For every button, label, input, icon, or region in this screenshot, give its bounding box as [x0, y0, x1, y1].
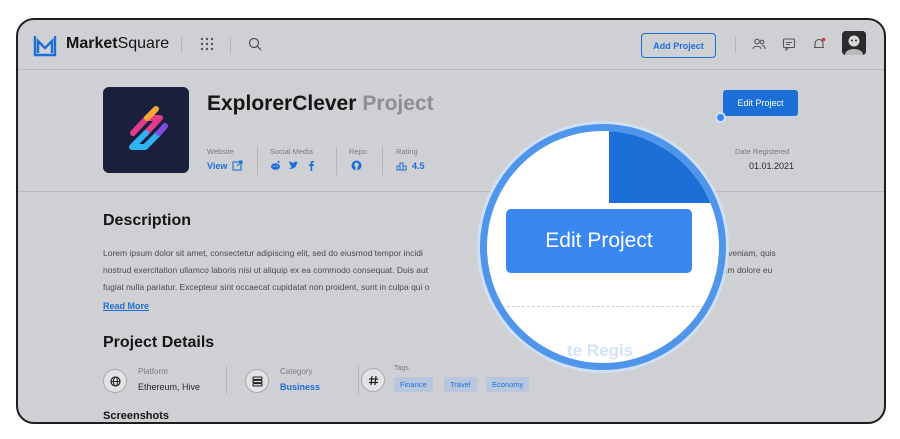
project-details-heading: Project Details	[103, 334, 215, 351]
date-registered-value: 01.01.2021	[749, 161, 795, 171]
repo-label: Repo	[349, 147, 367, 156]
magnifier-divider	[487, 306, 719, 307]
section-divider	[18, 191, 884, 192]
description-heading: Description	[103, 212, 192, 229]
globe-icon	[109, 375, 121, 387]
brand-name[interactable]: MarketSquare	[66, 35, 169, 53]
read-more-link[interactable]: Read More	[103, 301, 149, 311]
divider	[257, 147, 258, 175]
magnifier-dot	[708, 139, 718, 149]
divider	[230, 37, 231, 53]
rating-icon	[396, 162, 407, 171]
divider	[382, 147, 383, 175]
layers-icon	[251, 375, 263, 387]
search-icon[interactable]	[248, 37, 262, 51]
reddit-icon[interactable]	[270, 160, 281, 171]
category-value[interactable]: Business	[280, 382, 320, 392]
tag-chip[interactable]: Economy	[486, 377, 530, 392]
project-logo-icon	[129, 106, 168, 150]
users-icon[interactable]	[752, 37, 766, 51]
category-label: Category	[280, 367, 313, 376]
magnifier-callout: Edit Project te Regis	[480, 124, 726, 370]
divider	[336, 147, 337, 175]
chat-icon[interactable]	[782, 37, 796, 51]
project-title: ExplorerClever Project	[207, 92, 434, 115]
hashtag-icon	[368, 375, 378, 385]
screenshots-heading: Screenshots	[103, 410, 170, 422]
platform-value: Ethereum, Hive	[138, 382, 201, 392]
app-window: MarketSquare Add Project ExplorerClever …	[16, 18, 886, 424]
top-navbar: MarketSquare Add Project	[18, 20, 884, 70]
divider	[226, 366, 227, 394]
carousel-dots[interactable]	[775, 415, 793, 422]
tags-label: Tags	[394, 365, 409, 372]
divider	[181, 37, 182, 53]
callout-pin	[715, 112, 726, 123]
user-photo-icon	[842, 31, 866, 55]
website-link[interactable]: View	[207, 161, 227, 171]
bell-icon[interactable]	[812, 37, 826, 51]
apps-grid-icon[interactable]	[200, 37, 214, 51]
magnifier-background	[609, 131, 719, 203]
logo-icon[interactable]	[33, 33, 57, 57]
rating-value: 4.5	[412, 161, 425, 171]
github-icon[interactable]	[351, 160, 362, 171]
project-logo	[103, 87, 189, 173]
website-label: Website	[207, 147, 234, 156]
social-media-label: Social Media	[270, 147, 313, 156]
platform-label: Platform	[138, 367, 168, 376]
facebook-icon[interactable]	[306, 160, 317, 171]
divider	[358, 366, 359, 394]
tag-chip[interactable]: Travel	[444, 377, 477, 392]
edit-project-button[interactable]: Edit Project	[723, 90, 798, 116]
edit-project-button-zoomed[interactable]: Edit Project	[506, 209, 692, 273]
twitter-icon[interactable]	[288, 160, 299, 171]
tag-chip[interactable]: Finance	[394, 377, 433, 392]
avatar[interactable]	[842, 31, 866, 55]
tags-icon-wrapper	[361, 368, 385, 392]
magnifier-ghost-text: te Regis	[567, 341, 634, 360]
external-link-icon[interactable]	[232, 160, 243, 171]
date-registered-label: Date Registered	[735, 147, 790, 156]
category-icon-wrapper	[245, 369, 269, 393]
platform-icon-wrapper	[103, 369, 127, 393]
rating-label: Rating	[396, 147, 418, 156]
divider	[735, 37, 736, 53]
add-project-button[interactable]: Add Project	[641, 33, 716, 58]
